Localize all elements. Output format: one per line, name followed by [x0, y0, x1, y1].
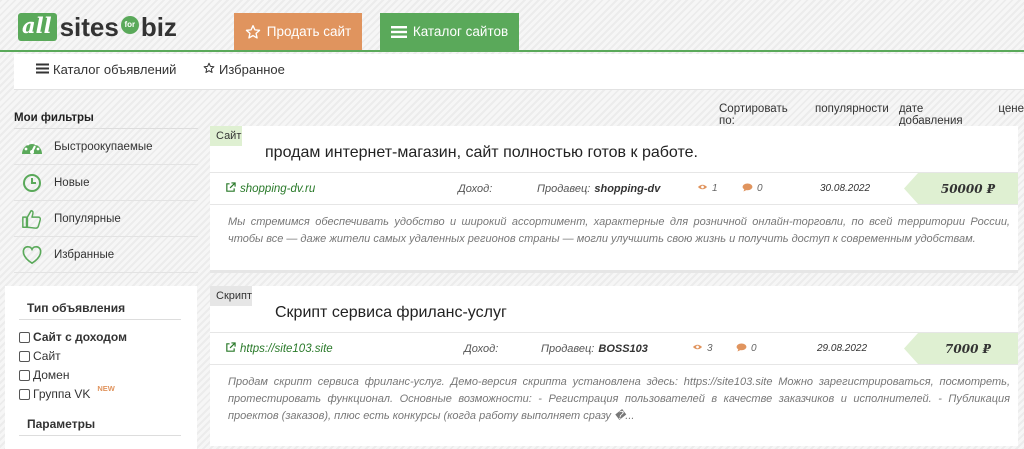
divider	[19, 435, 181, 436]
sell-site-label: Продать сайт	[266, 24, 352, 39]
star-outline-icon	[245, 24, 261, 40]
comments-count: 0	[742, 173, 763, 204]
income-label: Доход:	[458, 182, 493, 195]
ad-type-label: Домен	[33, 368, 70, 382]
star-outline-icon	[203, 62, 215, 77]
views-value: 3	[707, 343, 713, 354]
heart-icon	[14, 245, 50, 265]
comment-icon	[736, 342, 747, 355]
nav-favorites[interactable]: Избранное	[203, 54, 285, 84]
site-header: all sites for biz Продать сайт Каталог с…	[0, 0, 1024, 52]
views-value: 1	[712, 183, 718, 194]
divider	[19, 319, 181, 320]
new-badge: NEW	[97, 383, 115, 393]
ad-type-option[interactable]: Сайт	[19, 349, 61, 363]
sort-price[interactable]: цене	[998, 103, 1024, 127]
filter-label: Быстроокупаемые	[54, 140, 153, 153]
logo-sites: sites	[59, 12, 119, 42]
filter-favorites[interactable]: Избранные	[14, 237, 198, 273]
ad-type-label: Сайт	[33, 349, 61, 363]
ad-type-option[interactable]: Домен	[19, 368, 70, 382]
params-title: Параметры	[27, 417, 96, 431]
comment-icon	[742, 182, 753, 195]
site-link[interactable]: https://site103.site	[225, 333, 333, 364]
my-filters-panel: Мои фильтры Быстроокупаемые Новые Популя…	[14, 104, 198, 277]
sort-popularity[interactable]: популярности	[815, 103, 889, 127]
listing-title[interactable]: Скрипт сервиса фриланс-услуг	[275, 304, 507, 322]
listing-info-row: https://site103.site Доход: Продавец: BOS…	[210, 332, 1018, 365]
logo-biz: biz	[140, 12, 177, 42]
secondary-nav: Каталог объявлений Избранное	[14, 54, 1024, 90]
ad-type-title: Тип объявления	[27, 301, 126, 315]
filter-fast-payback[interactable]: Быстроокупаемые	[14, 129, 198, 165]
checkbox[interactable]	[19, 388, 30, 400]
sell-site-button[interactable]: Продать сайт	[234, 13, 362, 50]
income-label: Доход:	[464, 342, 499, 355]
views-count: 1	[697, 173, 718, 204]
site-logo[interactable]: all sites for biz	[18, 11, 177, 43]
filter-label: Новые	[54, 176, 90, 189]
filter-label: Избранные	[54, 248, 115, 261]
nav-favorites-label: Избранное	[219, 61, 285, 77]
seller-label: Продавец:	[541, 342, 595, 355]
nav-ads-catalog-label: Каталог объявлений	[53, 61, 177, 77]
listing-price: 50000 ₽	[904, 173, 1018, 204]
external-link-icon	[225, 181, 236, 196]
ad-type-panel: Тип объявления Сайт с доходом Сайт Домен…	[5, 286, 197, 449]
category-tag[interactable]: Скрипт	[210, 286, 252, 306]
listing-description: Мы стремимся обеспечивать удобство и шир…	[228, 216, 1010, 245]
eye-icon	[697, 183, 708, 194]
listing-price: 7000 ₽	[904, 333, 1018, 364]
site-link-text: shopping-dv.ru	[240, 182, 316, 195]
listing-description: Продам скрипт сервиса фриланс-услуг. Дем…	[228, 376, 1010, 422]
comments-value: 0	[757, 183, 763, 194]
seller-name[interactable]: BOSS103	[598, 343, 648, 355]
nav-ads-catalog[interactable]: Каталог объявлений	[36, 54, 176, 84]
ad-type-label: Группа VK	[33, 387, 91, 401]
comments-count: 0	[736, 333, 757, 364]
ad-type-option[interactable]: Группа VK NEW	[19, 383, 115, 401]
speedometer-icon	[14, 137, 50, 157]
filter-new[interactable]: Новые	[14, 165, 198, 201]
sort-label: Сортировать по:	[719, 103, 788, 127]
site-catalog-button[interactable]: Каталог сайтов	[380, 13, 519, 50]
card-shadow	[210, 270, 1018, 273]
sort-date-added[interactable]: дате добавления	[899, 103, 989, 127]
seller-info: Продавец: BOSS103	[541, 333, 648, 364]
listing-card: Сайт продам интернет-магазин, сайт полно…	[210, 126, 1018, 270]
filter-popular[interactable]: Популярные	[14, 201, 198, 237]
clock-icon	[14, 173, 50, 193]
views-count: 3	[692, 333, 713, 364]
checkbox[interactable]	[19, 369, 30, 381]
menu-icon	[36, 62, 49, 77]
thumbs-up-icon	[14, 208, 50, 230]
listing-title[interactable]: продам интернет-магазин, сайт полностью …	[265, 144, 698, 162]
eye-icon	[692, 343, 703, 354]
logo-for: for	[120, 16, 139, 34]
category-tag[interactable]: Сайт	[210, 126, 242, 146]
my-filters-title: Мои фильтры	[14, 112, 94, 124]
logo-all: all	[18, 13, 57, 41]
listing-date: 30.08.2022	[820, 183, 871, 194]
listing-info-row: shopping-dv.ru Доход: Продавец: shopping-…	[210, 172, 1018, 205]
listing-card: Скрипт Скрипт сервиса фриланс-услуг http…	[210, 286, 1018, 446]
checkbox[interactable]	[19, 350, 30, 362]
ad-type-option[interactable]: Сайт с доходом	[19, 330, 127, 344]
filter-label: Популярные	[54, 212, 121, 225]
external-link-icon	[225, 341, 236, 356]
site-link[interactable]: shopping-dv.ru	[225, 173, 315, 204]
seller-label: Продавец:	[537, 182, 591, 195]
comments-value: 0	[751, 343, 757, 354]
site-link-text: https://site103.site	[240, 342, 333, 355]
checkbox[interactable]	[19, 331, 30, 343]
site-catalog-label: Каталог сайтов	[412, 24, 509, 39]
listing-date: 29.08.2022	[817, 343, 868, 354]
menu-icon	[390, 25, 407, 39]
sort-bar: Сортировать по: популярности дате добавл…	[719, 103, 1024, 127]
seller-info: Продавец: shopping-dv	[537, 173, 660, 204]
ad-type-label: Сайт с доходом	[33, 330, 127, 344]
seller-name[interactable]: shopping-dv	[594, 183, 660, 195]
